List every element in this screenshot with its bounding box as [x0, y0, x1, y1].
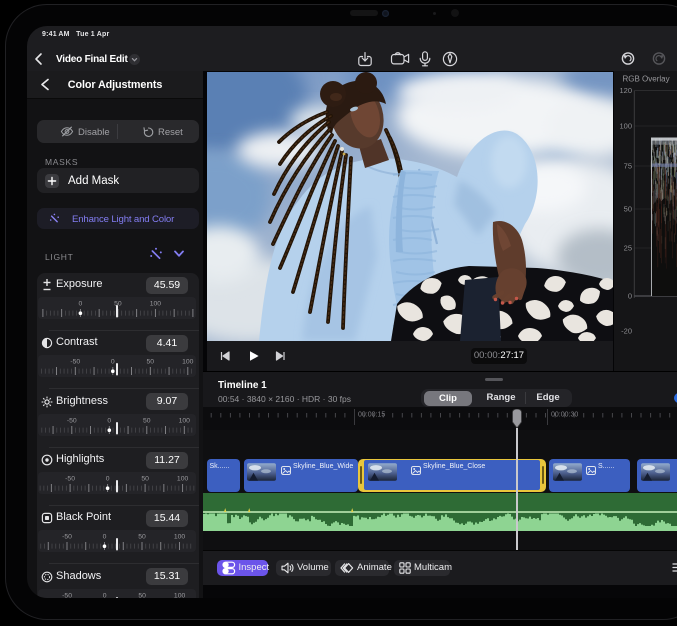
svg-text:0: 0 — [103, 534, 107, 541]
svg-text:100: 100 — [174, 534, 186, 541]
svg-text:50: 50 — [147, 359, 155, 366]
svg-text:0: 0 — [106, 475, 110, 482]
svg-text:50: 50 — [139, 592, 147, 598]
svg-text:50: 50 — [143, 417, 151, 424]
svg-text:0: 0 — [103, 592, 107, 598]
svg-text:-50: -50 — [62, 534, 72, 541]
svg-text:75: 75 — [624, 162, 632, 171]
svg-text:100: 100 — [183, 359, 195, 366]
svg-text:0: 0 — [108, 417, 112, 424]
svg-text:-20: -20 — [621, 327, 632, 336]
svg-text:100: 100 — [150, 300, 162, 307]
svg-text:-50: -50 — [66, 475, 76, 482]
svg-text:100: 100 — [619, 122, 632, 131]
svg-text:00:00:15: 00:00:15 — [358, 412, 385, 419]
svg-text:0: 0 — [79, 300, 83, 307]
svg-text:100: 100 — [177, 475, 189, 482]
svg-text:50: 50 — [142, 475, 150, 482]
svg-text:RGB Overlay: RGB Overlay — [623, 75, 670, 84]
svg-text:50: 50 — [139, 534, 147, 541]
svg-text:-50: -50 — [71, 359, 81, 366]
svg-text:50: 50 — [115, 300, 123, 307]
svg-text:-50: -50 — [63, 592, 73, 598]
svg-text:-50: -50 — [67, 417, 77, 424]
svg-text:100: 100 — [179, 417, 191, 424]
svg-text:100: 100 — [174, 592, 186, 598]
svg-text:120: 120 — [619, 86, 632, 95]
svg-text:0: 0 — [628, 292, 632, 301]
svg-text:00:00:30: 00:00:30 — [551, 412, 578, 419]
svg-text:50: 50 — [624, 205, 632, 214]
svg-text:0: 0 — [111, 359, 115, 366]
svg-text:25: 25 — [624, 244, 632, 253]
